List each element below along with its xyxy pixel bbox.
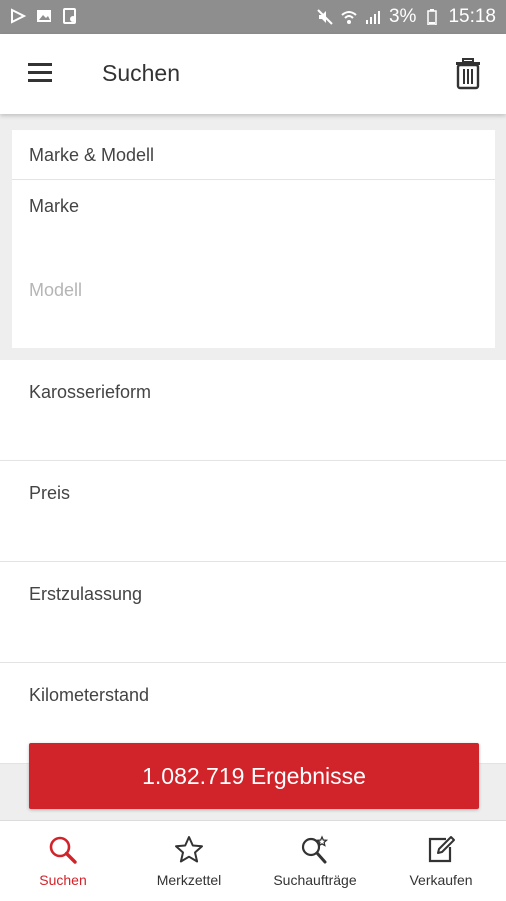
- nav-suchauftraege[interactable]: Suchaufträge: [252, 821, 378, 901]
- nav-verkaufen[interactable]: Verkaufen: [378, 821, 504, 901]
- trash-icon[interactable]: [454, 58, 482, 90]
- nav-merkzettel[interactable]: Merkzettel: [126, 821, 252, 901]
- menu-icon[interactable]: [28, 63, 52, 83]
- screenshot-icon: [62, 8, 78, 24]
- marke-label: Marke: [29, 196, 80, 216]
- status-bar: 3% 15:18: [0, 0, 506, 34]
- battery-icon: [424, 9, 440, 25]
- nav-suchen[interactable]: Suchen: [0, 821, 126, 901]
- nav-label: Merkzettel: [156, 872, 222, 888]
- clock: 15:18: [448, 6, 496, 27]
- signal-icon: [365, 9, 381, 25]
- play-store-icon: [10, 8, 26, 24]
- section-header-label: Marke & Modell: [29, 145, 155, 165]
- battery-percent: 3%: [388, 6, 417, 27]
- app-bar: Suchen: [0, 34, 506, 114]
- filter-label: Preis: [29, 483, 71, 503]
- gallery-icon: [36, 8, 52, 24]
- make-model-header: Marke & Modell: [12, 130, 495, 180]
- filter-erstzulassung[interactable]: Erstzulassung: [0, 562, 506, 663]
- modell-field[interactable]: Modell: [12, 264, 495, 348]
- make-model-card: Marke & Modell Marke Modell: [12, 130, 495, 348]
- edit-icon: [426, 835, 456, 865]
- nav-label: Suchaufträge: [273, 872, 357, 888]
- saved-search-icon: [300, 835, 330, 865]
- filter-preis[interactable]: Preis: [0, 461, 506, 562]
- marke-field[interactable]: Marke: [12, 180, 495, 266]
- nav-label: Suchen: [39, 872, 87, 888]
- mute-icon: [317, 9, 333, 25]
- star-icon: [174, 835, 204, 865]
- filter-list: Karosserieform Preis Erstzulassung Kilom…: [0, 360, 506, 764]
- page-title: Suchen: [102, 60, 181, 86]
- wifi-icon: [341, 9, 357, 25]
- filter-label: Erstzulassung: [29, 584, 143, 604]
- modell-placeholder: Modell: [29, 280, 83, 300]
- filter-label: Kilometerstand: [29, 685, 150, 705]
- show-results-button[interactable]: 1.082.719 Ergebnisse: [29, 743, 479, 809]
- nav-label: Verkaufen: [409, 872, 473, 888]
- bottom-navigation: Suchen Merkzettel Suchaufträge Verkaufen: [0, 820, 506, 901]
- search-icon: [48, 835, 78, 865]
- filter-karosserieform[interactable]: Karosserieform: [0, 360, 506, 461]
- filter-label: Karosserieform: [29, 382, 152, 402]
